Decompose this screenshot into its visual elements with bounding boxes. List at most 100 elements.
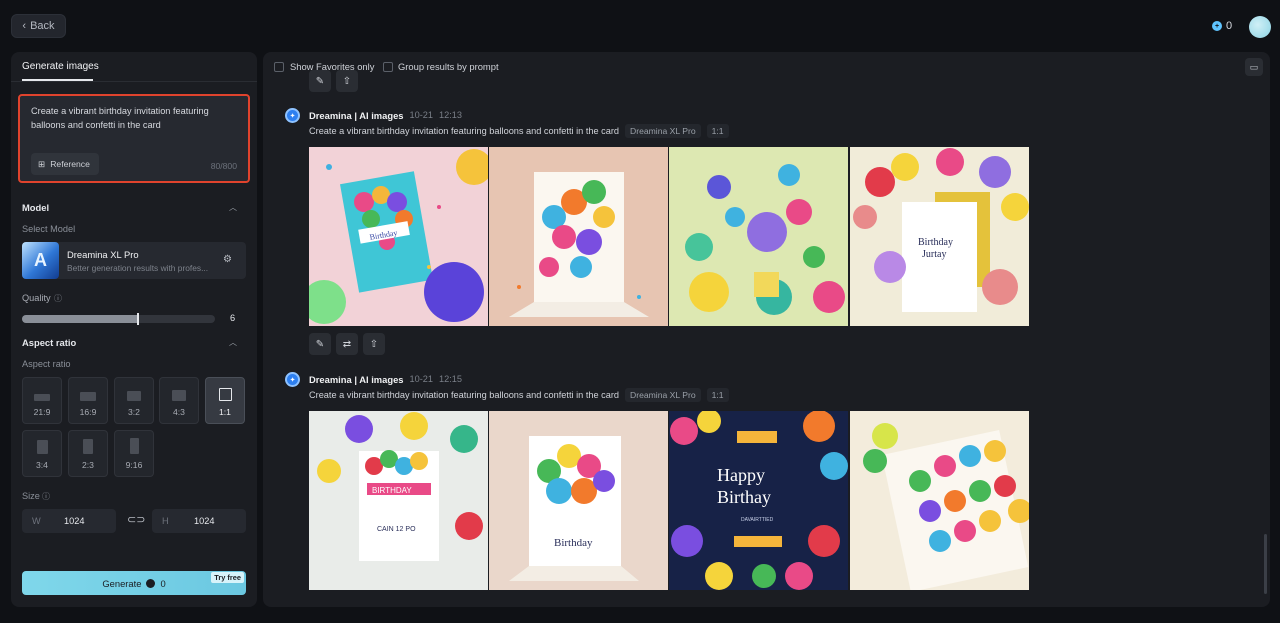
generated-image[interactable] [669, 147, 848, 326]
prompt-text[interactable]: Create a vibrant birthday invitation fea… [31, 104, 231, 132]
ratio-option[interactable]: 4:3 [159, 377, 199, 424]
model-thumbnail: A [22, 242, 59, 279]
sliders-icon[interactable]: ⚙ [223, 254, 232, 265]
group-checkbox[interactable] [383, 62, 393, 72]
upload-icon: ⇧ [342, 75, 352, 87]
card-text: BIRTHDAY [372, 486, 412, 495]
chevron-up-icon[interactable]: ︿ [229, 202, 237, 213]
slider-fill [22, 315, 138, 323]
favorites-checkbox[interactable] [274, 62, 284, 72]
char-counter: 80/800 [210, 161, 237, 171]
result-prompt-row: Create a vibrant birthday invitation fea… [309, 124, 729, 138]
ratio-label: 16:9 [79, 407, 97, 417]
aspect-section-title: Aspect ratio [22, 337, 77, 348]
result-prompt[interactable]: Create a vibrant birthday invitation fea… [309, 126, 619, 136]
result-date: 10-21 [409, 374, 434, 384]
chevron-up-icon[interactable]: ︿ [229, 337, 237, 348]
ratio-shape-icon [80, 392, 96, 401]
tool-button[interactable]: ⇄ [336, 333, 358, 355]
folder-icon[interactable]: ▭ [1245, 58, 1263, 76]
width-value: 1024 [64, 516, 85, 526]
result-time: 12:15 [439, 374, 463, 384]
ratio-option[interactable]: 16:9 [68, 377, 108, 424]
tab-underline [22, 79, 93, 81]
result-header: Dreamina | AI images 10-21 12:15 [309, 372, 462, 386]
generated-image[interactable]: Birthday Jurtay [850, 147, 1029, 326]
result-prompt-row: Create a vibrant birthday invitation fea… [309, 388, 729, 402]
generate-label: Generate [102, 577, 142, 589]
ratio-shape-icon [218, 388, 232, 401]
link-icon[interactable]: ⊂⊃ [127, 513, 145, 526]
card-text: Birthay [717, 487, 771, 507]
generate-button[interactable]: Generate 0 Try free [22, 571, 246, 595]
ratio-label: 21:9 [33, 407, 51, 417]
tool-button[interactable]: ✎ [309, 70, 331, 92]
ratio-label: 9:16 [125, 460, 143, 470]
generated-image[interactable]: Birthday [309, 147, 488, 326]
width-field[interactable]: W 1024 [22, 509, 116, 533]
height-field[interactable]: H 1024 [152, 509, 246, 533]
credits-badge[interactable]: + 0 [1206, 16, 1238, 36]
results-panel: Show Favorites only Group results by pro… [263, 52, 1270, 607]
generated-image[interactable] [489, 147, 668, 326]
try-free-badge: Try free [211, 572, 244, 583]
edit-icon: ✎ [315, 338, 325, 350]
model-tag: Dreamina XL Pro [625, 124, 701, 138]
ratio-shape-icon [127, 391, 141, 401]
result-header: Dreamina | AI images 10-21 12:13 [309, 108, 462, 122]
dreamina-logo-icon: ✦ [285, 372, 300, 387]
model-name: Dreamina XL Pro [67, 249, 139, 260]
tool-button[interactable]: ⇧ [363, 333, 385, 355]
ratio-option[interactable]: 3:2 [114, 377, 154, 424]
ratio-shape-icon [172, 390, 186, 401]
regenerate-icon: ⇄ [342, 338, 352, 350]
ratio-option[interactable]: 9:16 [114, 430, 154, 477]
generate-cost: 0 [160, 577, 166, 589]
ratio-option[interactable]: 21:9 [22, 377, 62, 424]
aspect-ratio-label: Aspect ratio [22, 359, 71, 369]
ratio-shape-icon [129, 438, 139, 454]
ratio-label: 3:4 [36, 460, 48, 470]
reference-button[interactable]: ⊞ Reference [31, 153, 99, 175]
ratio-option-selected[interactable]: 1:1 [205, 377, 245, 424]
ratio-label: 1:1 [219, 407, 231, 417]
tool-button[interactable]: ⇧ [336, 70, 358, 92]
generated-image[interactable] [850, 411, 1029, 590]
coin-icon [146, 578, 156, 588]
ratio-tag: 1:1 [706, 388, 729, 402]
coin-icon: + [1212, 21, 1222, 31]
dreamina-logo-icon: ✦ [285, 108, 300, 123]
ratio-label: 3:2 [128, 407, 140, 417]
ratio-label: 2:3 [82, 460, 94, 470]
tool-button[interactable]: ✎ [309, 333, 331, 355]
model-selector[interactable]: A Dreamina XL Pro Better generation resu… [22, 242, 246, 279]
generated-image[interactable]: Birthday [489, 411, 668, 590]
back-button[interactable]: ‹ Back [11, 14, 66, 38]
group-label[interactable]: Group results by prompt [398, 61, 499, 72]
quality-slider[interactable] [22, 313, 215, 325]
avatar[interactable] [1249, 16, 1271, 38]
tabs: Generate images [11, 52, 257, 82]
card-text: CAIN 12 PO [377, 526, 416, 533]
generated-image[interactable]: Happy Birthay DAVAIRTTIED [669, 411, 848, 590]
edit-icon: ✎ [315, 75, 325, 87]
chevron-left-icon: ‹ [22, 20, 27, 32]
prompt-input[interactable]: Create a vibrant birthday invitation fea… [18, 94, 250, 183]
tab-generate-images[interactable]: Generate images [22, 61, 99, 72]
ratio-option[interactable]: 3:4 [22, 430, 62, 477]
favorites-label[interactable]: Show Favorites only [290, 61, 374, 72]
model-description: Better generation results with profes... [67, 263, 209, 273]
ratio-shape-icon [36, 440, 48, 454]
reference-label: Reference [50, 159, 90, 169]
ratio-shape-icon [34, 394, 50, 401]
card-text: Happy [717, 465, 765, 485]
scrollbar[interactable] [1264, 534, 1267, 594]
generated-image[interactable]: BIRTHDAY CAIN 12 PO [309, 411, 488, 590]
quality-label: Quality [22, 293, 51, 303]
info-icon[interactable]: ⓘ [42, 491, 50, 502]
ratio-option[interactable]: 2:3 [68, 430, 108, 477]
result-prompt[interactable]: Create a vibrant birthday invitation fea… [309, 390, 619, 400]
info-icon[interactable]: ⓘ [54, 293, 62, 304]
card-text: Birthday [918, 237, 953, 248]
slider-handle[interactable] [136, 313, 139, 325]
